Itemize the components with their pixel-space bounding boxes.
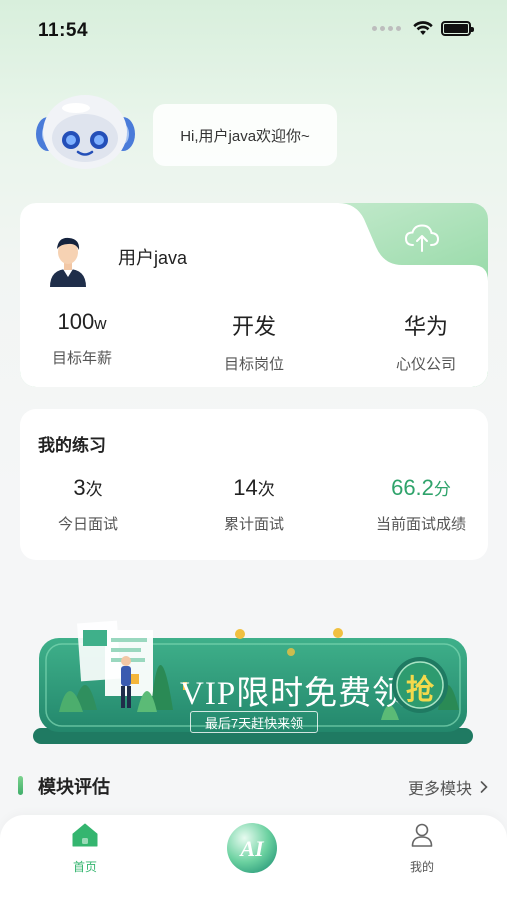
more-modules-label: 更多模块 — [407, 781, 472, 798]
status-icons — [372, 21, 474, 36]
tab-home-label: 首页 — [72, 860, 97, 874]
tab-mine[interactable]: 我的 — [382, 823, 462, 875]
vip-banner-subtitle: 最后7天赶快来领 — [190, 711, 318, 733]
user-profile-icon — [411, 823, 433, 847]
cloud-upload-icon[interactable] — [404, 223, 440, 253]
section-accent-bar — [18, 776, 23, 795]
section-title: 模块评估 — [38, 777, 110, 797]
stat-value: 66.2分 — [391, 475, 451, 500]
stat-label: 心仪公司 — [395, 356, 456, 373]
stat-label: 累计面试 — [223, 516, 284, 533]
user-avatar[interactable] — [46, 231, 90, 287]
module-assessment-header: 模块评估 更多模块 — [18, 770, 490, 802]
ai-button-label: AI — [238, 836, 265, 861]
tab-home[interactable]: 首页 — [45, 823, 125, 875]
battery-icon — [441, 21, 474, 36]
stat-value: 14次 — [233, 475, 275, 500]
practice-card[interactable]: 我的练习 3次 今日面试 14次 累计面试 66.2分 当前面试成绩 — [20, 409, 488, 560]
more-modules-link[interactable]: 更多模块 — [408, 775, 488, 799]
stat-total-interviews: 14次 累计面试 — [206, 475, 302, 534]
tab-mine-label: 我的 — [409, 860, 434, 874]
bottom-tab-bar: 首页 AI 我的 — [0, 815, 507, 900]
chevron-right-icon — [480, 781, 488, 793]
greeting-bubble: Hi,用户java欢迎你~ — [153, 104, 337, 166]
greeting-text: Hi,用户java欢迎你~ — [180, 127, 310, 145]
username: 用户java — [118, 248, 188, 268]
stat-label: 当前面试成绩 — [375, 516, 466, 533]
stat-value: 3次 — [73, 475, 103, 500]
home-icon — [72, 823, 98, 847]
robot-mascot-icon — [36, 95, 135, 169]
profile-card[interactable]: 用户java 100w 目标年薪 开发 目标岗位 华为 心仪公司 — [20, 203, 488, 387]
stat-label: 今日面试 — [57, 516, 118, 533]
stat-label: 目标岗位 — [223, 356, 284, 373]
vip-banner-title: VIP限时免费领 — [180, 676, 407, 712]
wifi-icon — [413, 21, 433, 35]
stat-target-salary: 100w 目标年薪 — [40, 309, 124, 368]
grab-button-label: 抢 — [405, 674, 434, 705]
stat-value: 华为 — [403, 314, 448, 339]
stat-value: 100w — [57, 309, 107, 334]
signal-icon — [372, 26, 401, 31]
stat-value: 开发 — [231, 314, 276, 339]
ai-assistant-button[interactable]: AI — [226, 822, 278, 874]
status-bar: 11:54 — [0, 0, 507, 60]
stat-target-company: 华为 心仪公司 — [384, 309, 468, 374]
practice-title: 我的练习 — [38, 436, 106, 455]
stat-current-score: 66.2分 当前面试成绩 — [366, 475, 476, 534]
stat-today-interviews: 3次 今日面试 — [40, 475, 136, 534]
stat-target-position: 开发 目标岗位 — [212, 309, 296, 374]
status-time: 11:54 — [38, 20, 89, 41]
stat-label: 目标年薪 — [51, 350, 112, 367]
